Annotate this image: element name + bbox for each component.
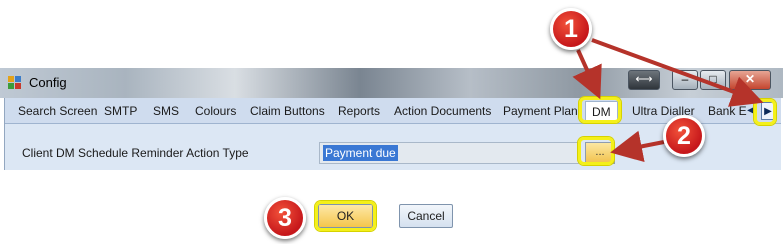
reminder-action-type-value: Payment due xyxy=(323,145,398,161)
tab-strip: Search Screen SMTP SMS Colours Claim But… xyxy=(5,98,781,124)
tab-sms[interactable]: SMS xyxy=(153,101,179,123)
callout-3: 3 xyxy=(264,197,306,239)
close-button[interactable]: ✕ xyxy=(729,70,771,90)
config-window: Config ⟷ – □ ✕ Search Screen SMTP SMS Co… xyxy=(0,68,783,170)
highlight-browse-button xyxy=(578,137,614,165)
tab-payment-plan[interactable]: Payment Plan xyxy=(503,101,578,123)
tab-colours[interactable]: Colours xyxy=(195,101,236,123)
tab-search-screen[interactable]: Search Screen xyxy=(18,101,97,123)
callout-1: 1 xyxy=(550,8,592,50)
resize-icon[interactable]: ⟷ xyxy=(628,70,660,90)
maximize-button[interactable]: □ xyxy=(700,70,726,90)
reminder-action-type-field[interactable]: Payment due xyxy=(319,142,579,164)
highlight-ok-button xyxy=(315,201,376,231)
callout-2: 2 xyxy=(663,115,705,157)
tab-bank[interactable]: Bank E xyxy=(708,101,747,123)
highlight-dm-tab xyxy=(579,97,621,123)
app-icon xyxy=(8,76,22,90)
tab-reports[interactable]: Reports xyxy=(338,101,380,123)
screenshot: Config ⟷ – □ ✕ Search Screen SMTP SMS Co… xyxy=(0,0,783,244)
highlight-scroll-right xyxy=(754,99,776,125)
tab-claim-buttons[interactable]: Claim Buttons xyxy=(250,101,325,123)
minimize-button[interactable]: – xyxy=(672,70,698,90)
cancel-button[interactable]: Cancel xyxy=(399,204,453,228)
window-title: Config xyxy=(29,75,67,90)
title-bar[interactable]: Config ⟷ – □ ✕ xyxy=(0,68,783,98)
tab-action-documents[interactable]: Action Documents xyxy=(394,101,491,123)
reminder-action-type-label: Client DM Schedule Reminder Action Type xyxy=(22,146,249,160)
tab-smtp[interactable]: SMTP xyxy=(104,101,137,123)
